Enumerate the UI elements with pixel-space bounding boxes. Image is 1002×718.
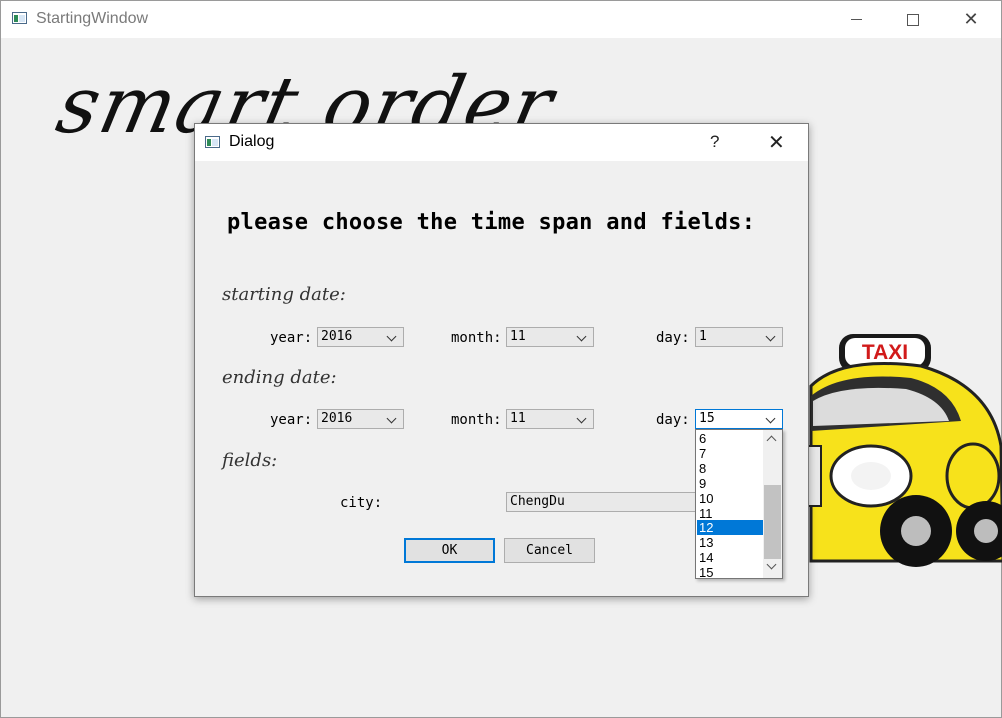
ending-date-label: ending date:: [222, 367, 337, 388]
dropdown-item[interactable]: 14: [697, 550, 764, 565]
dropdown-item[interactable]: 10: [697, 491, 764, 506]
start-day-value: 1: [699, 329, 707, 344]
title-bar[interactable]: StartingWindow ✕: [1, 1, 1001, 38]
chevron-down-icon: [765, 413, 776, 424]
window-title: StartingWindow: [36, 10, 149, 27]
chevron-down-icon: [576, 413, 587, 424]
close-icon: ✕: [963, 8, 979, 30]
chevron-down-icon: [386, 331, 397, 342]
app-icon: [12, 12, 27, 24]
day-dropdown-list[interactable]: 6 7 8 9 10 11 12 13 14 15: [695, 429, 783, 580]
end-year-label: year:: [270, 412, 313, 428]
dialog-icon: [205, 136, 220, 148]
dropdown-item[interactable]: 13: [697, 535, 764, 550]
end-year-value: 2016: [321, 411, 353, 426]
chevron-down-icon: [765, 331, 776, 342]
end-year-combo[interactable]: 2016: [317, 409, 404, 429]
close-icon: ✕: [768, 130, 785, 154]
start-month-combo[interactable]: 11: [506, 327, 594, 347]
scrollbar-thumb[interactable]: [764, 485, 781, 559]
cancel-button[interactable]: Cancel: [504, 538, 595, 563]
dropdown-item[interactable]: 8: [697, 461, 764, 476]
end-month-label: month:: [451, 412, 502, 428]
start-year-combo[interactable]: 2016: [317, 327, 404, 347]
minimize-button[interactable]: [827, 1, 885, 38]
dialog-heading: please choose the time span and fields:: [227, 210, 756, 235]
end-month-value: 11: [510, 411, 526, 426]
scroll-up-icon[interactable]: [766, 435, 777, 446]
start-day-label: day:: [656, 330, 690, 346]
fields-label: fields:: [222, 450, 278, 471]
start-year-label: year:: [270, 330, 313, 346]
dialog-title: Dialog: [229, 133, 275, 150]
close-button[interactable]: ✕: [942, 1, 1000, 38]
dropdown-item[interactable]: 6: [697, 431, 764, 446]
city-label: city:: [340, 495, 383, 511]
dropdown-item[interactable]: 9: [697, 476, 764, 491]
end-month-combo[interactable]: 11: [506, 409, 594, 429]
dialog-close-button[interactable]: ✕: [768, 130, 785, 154]
dropdown-item[interactable]: 7: [697, 446, 764, 461]
chevron-down-icon: [576, 331, 587, 342]
start-year-value: 2016: [321, 329, 353, 344]
help-button[interactable]: ?: [710, 132, 719, 152]
taxi-sign-text: TAXI: [862, 341, 908, 364]
dropdown-item-highlighted[interactable]: 12: [697, 520, 764, 535]
end-day-value: 15: [699, 411, 715, 426]
ok-button[interactable]: OK: [404, 538, 495, 563]
taxi-image: TAXI: [801, 334, 1002, 567]
starting-date-label: starting date:: [222, 284, 346, 305]
dialog-title-bar[interactable]: Dialog ? ✕: [195, 124, 808, 161]
start-month-value: 11: [510, 329, 526, 344]
end-day-combo[interactable]: 15: [695, 409, 783, 429]
dropdown-scrollbar[interactable]: [763, 430, 782, 578]
dropdown-item[interactable]: 15: [697, 565, 764, 580]
city-field[interactable]: ChengDu: [506, 492, 696, 512]
chevron-down-icon: [386, 413, 397, 424]
start-month-label: month:: [451, 330, 502, 346]
end-day-label: day:: [656, 412, 690, 428]
minimize-icon: [850, 19, 862, 20]
maximize-icon: [907, 13, 919, 26]
dropdown-item[interactable]: 11: [697, 506, 764, 521]
start-day-combo[interactable]: 1: [695, 327, 783, 347]
scroll-down-icon[interactable]: [766, 559, 777, 570]
maximize-button[interactable]: [884, 1, 942, 38]
